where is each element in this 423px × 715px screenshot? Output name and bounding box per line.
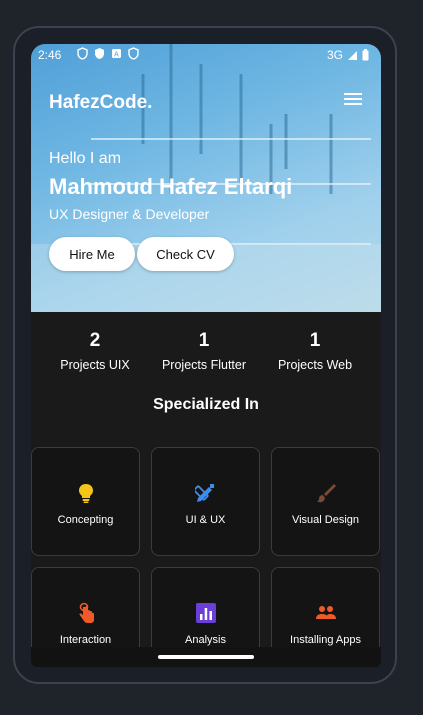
groups-icon (316, 606, 336, 619)
hamburger-menu-icon[interactable] (344, 93, 362, 107)
app-logo[interactable]: HafezCode. (49, 92, 152, 114)
hero-greeting: Hello I am (49, 150, 122, 167)
stat-value: 1 (198, 330, 210, 351)
status-system-icons: 3G (327, 48, 369, 62)
stat-projects-web: 1 Projects Web (260, 330, 370, 372)
status-notification-icons: A (77, 47, 139, 60)
touch-icon (79, 602, 94, 623)
signal-icon (348, 50, 357, 60)
shield-filled-icon (95, 48, 104, 59)
card-concepting[interactable]: Concepting (31, 447, 140, 556)
card-label: Concepting (57, 514, 114, 526)
app-icon: A (112, 49, 121, 59)
card-label: Interaction (59, 634, 112, 646)
card-label: UI & UX (185, 514, 226, 526)
hero-role: UX Designer & Developer (49, 206, 210, 222)
battery-icon (362, 49, 369, 61)
card-label: Visual Design (291, 514, 360, 526)
card-visual-design[interactable]: Visual Design (271, 447, 380, 556)
brush-icon (317, 484, 336, 503)
card-ui-ux[interactable]: UI & UX (151, 447, 260, 556)
phone-screen: 2:46 A 3G HafezCode. Hello I am Mahmoud … (31, 44, 381, 667)
stat-value: 1 (309, 330, 321, 351)
card-label: Installing Apps (290, 634, 361, 646)
stats-row: 2 Projects UIX 1 Projects Flutter 1 Proj… (31, 330, 381, 380)
stat-label: Projects Flutter (161, 358, 247, 372)
card-label: Analysis (185, 634, 226, 646)
stat-projects-flutter: 1 Projects Flutter (149, 330, 259, 372)
status-time: 2:46 (38, 48, 62, 62)
analytics-icon (196, 603, 216, 623)
shield-icon (77, 47, 88, 60)
gesture-navigation-bar (31, 647, 381, 667)
lightbulb-icon (79, 484, 93, 503)
stat-label: Projects UIX (60, 358, 130, 372)
svg-text:A: A (114, 52, 119, 59)
shield-outline-icon (128, 47, 139, 60)
check-cv-button[interactable]: Check CV (137, 237, 234, 271)
network-type: 3G (326, 48, 343, 62)
hero-name: Mahmoud Hafez Eltarqi (49, 174, 293, 199)
status-bar: 2:46 A 3G (31, 44, 381, 66)
stat-value: 2 (89, 330, 101, 351)
hire-me-button[interactable]: Hire Me (49, 237, 135, 271)
stat-projects-uix: 2 Projects UIX (40, 330, 150, 372)
home-gesture-handle[interactable] (158, 655, 254, 659)
hero-section: 2:46 A 3G HafezCode. Hello I am Mahmoud … (31, 44, 381, 312)
specialized-title: Specialized In (153, 396, 259, 413)
design-tools-icon (195, 484, 214, 502)
stat-label: Projects Web (277, 358, 353, 372)
